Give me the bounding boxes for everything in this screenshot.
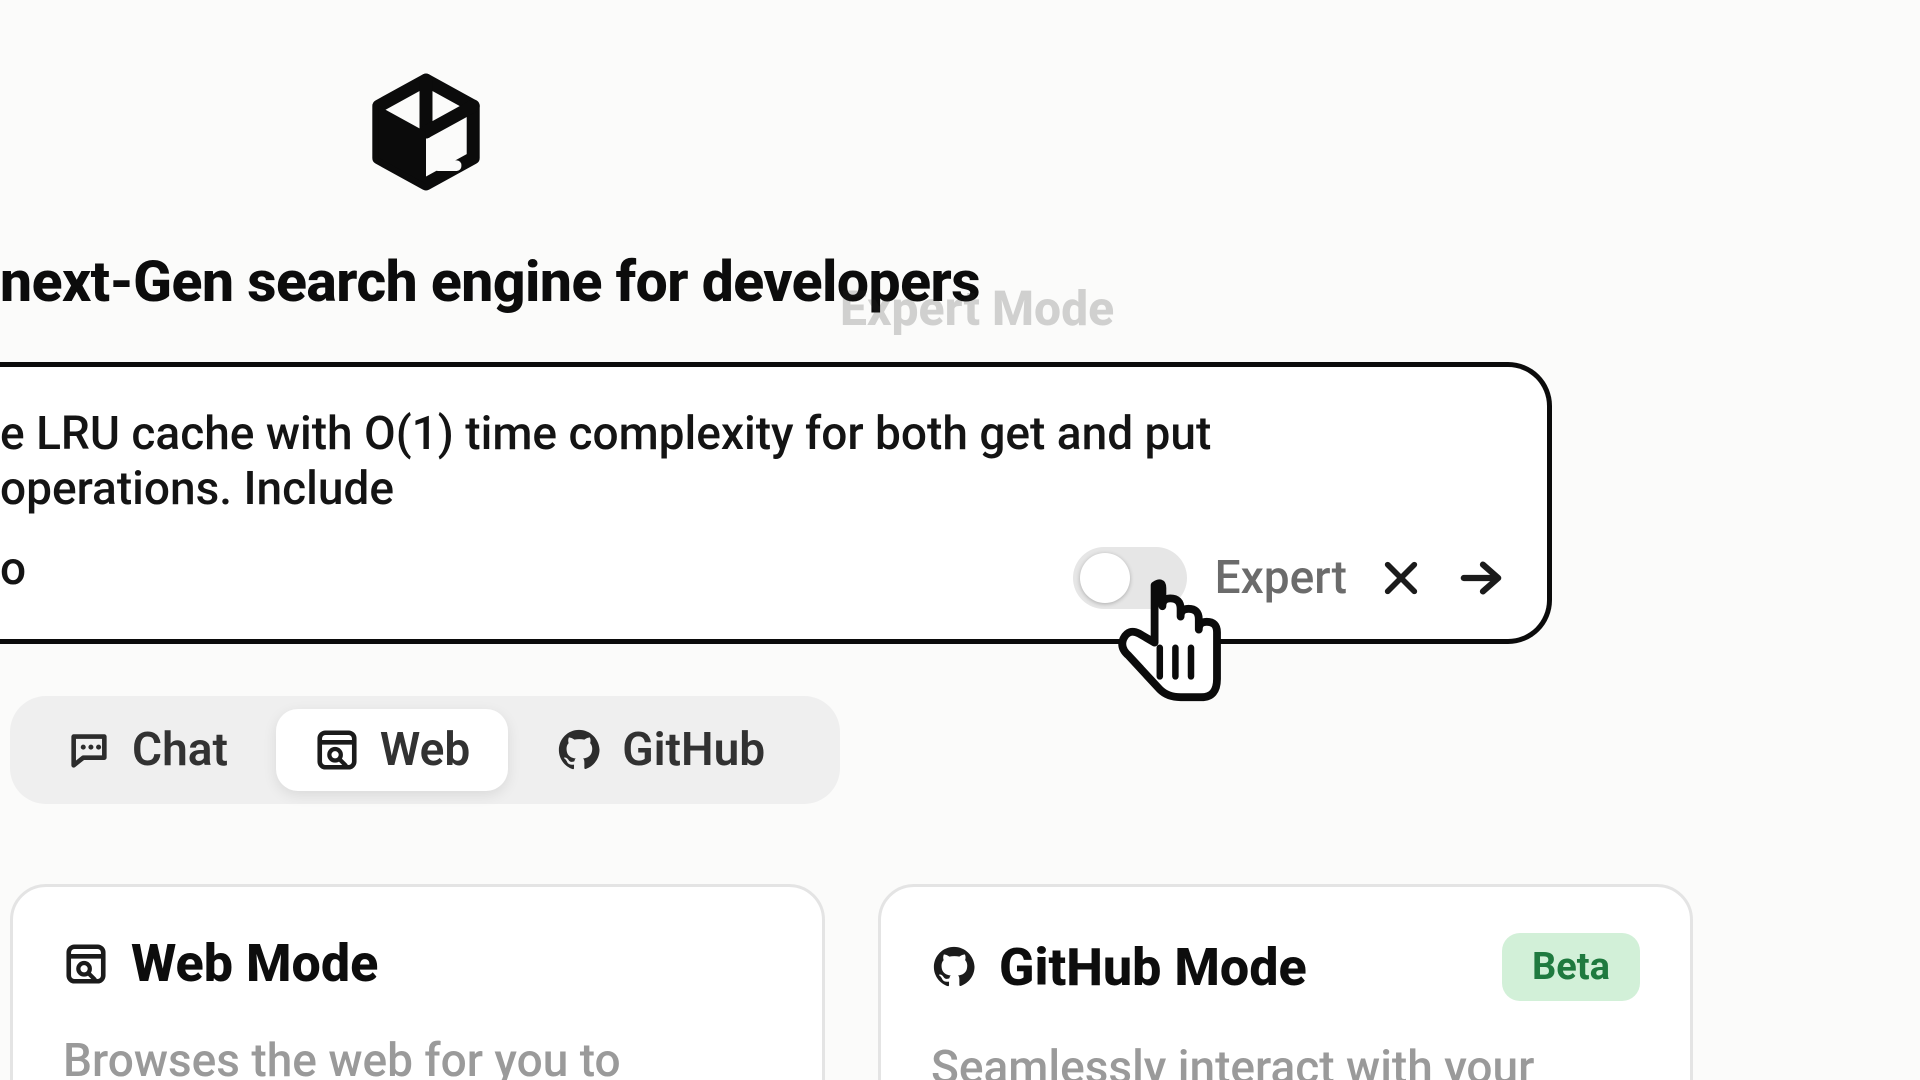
close-icon <box>1381 558 1421 598</box>
card-github-title: GitHub Mode <box>999 937 1480 998</box>
search-query-tail: o <box>0 542 26 596</box>
toggle-knob <box>1080 553 1130 603</box>
submit-button[interactable] <box>1455 552 1507 604</box>
page-headline: next-Gen search engine for developers <box>0 248 980 315</box>
github-icon <box>931 944 977 990</box>
tab-github-label: GitHub <box>622 723 765 777</box>
expert-toggle-label: Expert <box>1215 551 1347 605</box>
card-web-mode[interactable]: Web Mode Browses the web for you to prov… <box>10 884 825 1080</box>
tab-chat[interactable]: Chat <box>28 709 266 791</box>
github-icon <box>556 727 602 773</box>
tab-web-label: Web <box>380 723 470 777</box>
chat-icon <box>66 727 112 773</box>
arrow-right-icon <box>1458 555 1504 601</box>
tab-chat-label: Chat <box>132 723 228 777</box>
search-box[interactable]: e LRU cache with O(1) time complexity fo… <box>0 362 1552 644</box>
tab-web[interactable]: Web <box>276 709 508 791</box>
app-logo <box>367 73 485 191</box>
card-github-desc: Seamlessly interact with your <box>931 1041 1640 1080</box>
card-web-title: Web Mode <box>131 933 772 994</box>
browser-search-icon <box>314 727 360 773</box>
tab-github[interactable]: GitHub <box>518 709 803 791</box>
beta-badge: Beta <box>1502 933 1640 1001</box>
card-github-mode[interactable]: GitHub Mode Beta Seamlessly interact wit… <box>878 884 1693 1080</box>
browser-search-icon <box>63 941 109 987</box>
card-web-desc: Browses the web for you to provide <box>63 1034 772 1080</box>
expert-toggle[interactable] <box>1073 547 1187 609</box>
clear-button[interactable] <box>1375 552 1427 604</box>
search-query-text: e LRU cache with O(1) time complexity fo… <box>0 407 1440 517</box>
mode-tabs: Chat Web GitHub <box>10 696 840 804</box>
